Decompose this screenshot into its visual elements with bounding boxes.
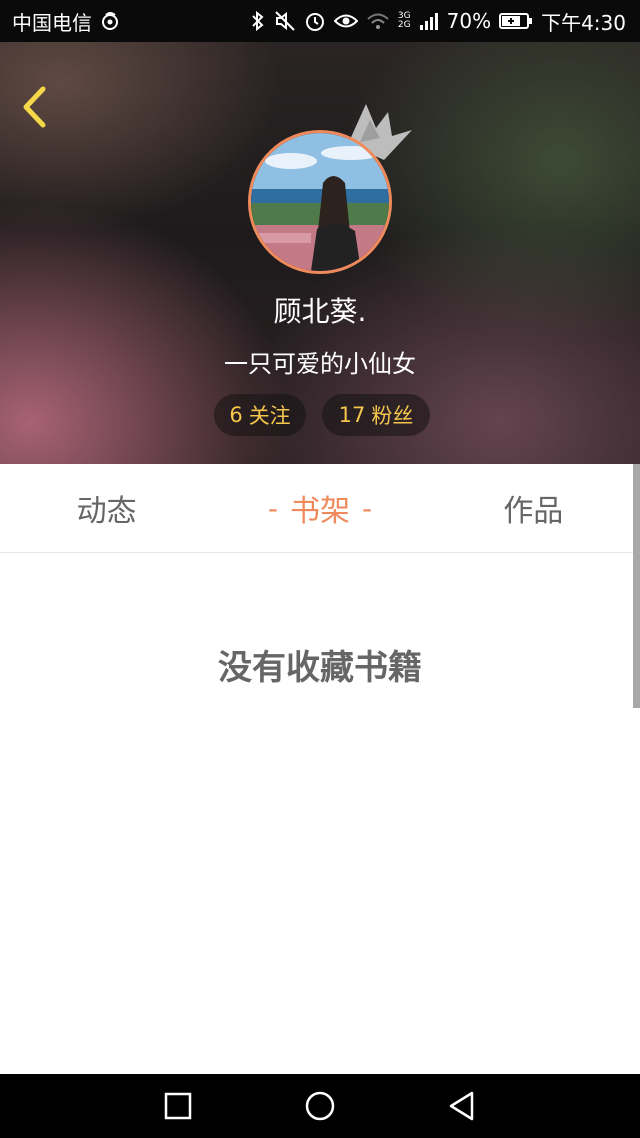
empty-bookshelf-message: 没有收藏书籍 xyxy=(218,648,422,688)
weibo-icon xyxy=(100,11,120,31)
fans-count: 17 xyxy=(338,403,366,427)
square-recents-icon xyxy=(164,1092,192,1120)
tab-active-dash-right: - xyxy=(361,491,373,525)
home-button[interactable] xyxy=(300,1088,340,1124)
tab-feed-label: 动态 xyxy=(76,494,137,529)
username: 顾北葵. xyxy=(273,295,367,328)
following-label: 关注 xyxy=(248,404,291,428)
navigation-bar xyxy=(0,1074,640,1138)
circle-home-icon xyxy=(305,1091,335,1121)
network-type-label: 3G 2G xyxy=(398,12,411,30)
tab-active-dash-left: - xyxy=(267,491,278,525)
fans-stat[interactable]: 17 粉丝 xyxy=(322,394,430,436)
mute-icon xyxy=(274,10,296,32)
eye-icon xyxy=(333,12,358,30)
following-count: 6 xyxy=(229,403,243,427)
bluetooth-icon xyxy=(250,10,266,32)
profile-header: 顾北葵. 一只可爱的小仙女 6 关注 17 粉丝 xyxy=(0,42,640,464)
tab-bookshelf[interactable]: - 书架 - xyxy=(213,464,426,552)
tab-bookshelf-label: 书架 xyxy=(289,494,350,529)
triangle-back-icon xyxy=(449,1091,474,1121)
wifi-icon xyxy=(366,11,390,31)
status-bar: 中国电信 3G 2G 70% 下午4:30 xyxy=(0,0,640,42)
tab-works-label: 作品 xyxy=(503,494,564,529)
tab-feed[interactable]: 动态 xyxy=(0,464,213,552)
back-arrow-icon xyxy=(23,86,46,128)
tab-works[interactable]: 作品 xyxy=(427,464,640,552)
network-bottom-label: 2G xyxy=(397,20,411,30)
avatar-photo xyxy=(248,130,392,274)
fans-label: 粉丝 xyxy=(371,404,414,428)
clock: 下午4:30 xyxy=(541,10,626,35)
signal-icon xyxy=(419,11,439,31)
bio-text: 一只可爱的小仙女 xyxy=(224,350,416,378)
recents-button[interactable] xyxy=(158,1088,198,1124)
profile-tabs: 动态 - 书架 - 作品 xyxy=(0,464,640,553)
avatar[interactable] xyxy=(248,130,392,274)
alarm-icon xyxy=(304,10,326,32)
battery-icon xyxy=(499,12,533,30)
back-button[interactable] xyxy=(14,82,54,132)
carrier-label: 中国电信 xyxy=(12,10,92,35)
scrollbar[interactable] xyxy=(633,464,640,708)
following-stat[interactable]: 6 关注 xyxy=(214,394,306,436)
battery-percent: 70% xyxy=(446,9,492,33)
back-nav-button[interactable] xyxy=(442,1088,482,1124)
